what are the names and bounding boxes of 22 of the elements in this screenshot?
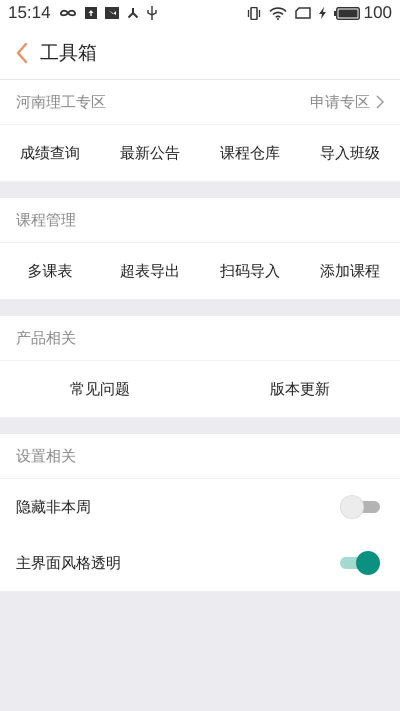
status-time: 15:14 (8, 3, 51, 23)
section-title: 产品相关 (16, 328, 76, 348)
usb-icon (146, 6, 157, 20)
sim-card-icon (294, 7, 311, 19)
back-icon[interactable] (16, 42, 28, 64)
section-title: 课程管理 (16, 210, 76, 230)
page-title: 工具箱 (40, 40, 97, 66)
toggle-switch[interactable] (340, 495, 380, 519)
setting-label: 主界面风格透明 (16, 554, 121, 572)
infinity-icon (58, 8, 77, 18)
upload-icon (84, 7, 97, 19)
battery-icon (334, 6, 360, 20)
setting-label: 隐藏非本周 (16, 498, 91, 516)
section-title: 河南理工专区 (16, 92, 106, 112)
chevron-right-icon (376, 95, 384, 109)
apply-zone-link[interactable]: 申请专区 (310, 92, 384, 112)
battery-level: 100 (364, 3, 392, 23)
charging-icon (318, 7, 326, 19)
wifi-icon (268, 6, 287, 20)
section-title: 设置相关 (16, 446, 76, 466)
toggle-switch[interactable] (340, 551, 380, 575)
vibrate-icon (246, 6, 261, 20)
